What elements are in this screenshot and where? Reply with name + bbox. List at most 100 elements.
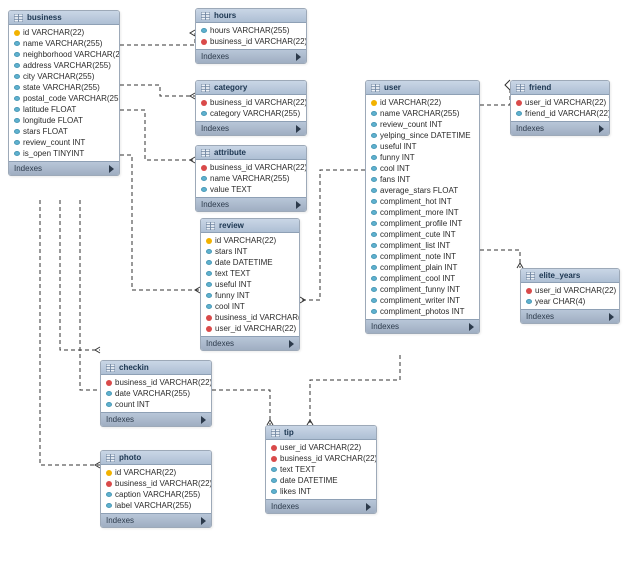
entity-footer[interactable]: Indexes [201, 336, 299, 350]
entity-header[interactable]: photo [101, 451, 211, 465]
column-row[interactable]: is_open TINYINT [9, 148, 119, 159]
entity-footer[interactable]: Indexes [511, 121, 609, 135]
entity-header[interactable]: elite_years [521, 269, 619, 283]
column-row[interactable]: average_stars FLOAT [366, 185, 479, 196]
column-row[interactable]: category VARCHAR(255) [196, 108, 306, 119]
column-row[interactable]: useful INT [366, 141, 479, 152]
entity-friend[interactable]: friend user_id VARCHAR(22)friend_id VARCH… [510, 80, 610, 136]
entity-header[interactable]: hours [196, 9, 306, 23]
entity-header[interactable]: friend [511, 81, 609, 95]
column-row[interactable]: business_id VARCHAR(22) [101, 478, 211, 489]
entity-photo[interactable]: photo id VARCHAR(22)business_id VARCHAR(2… [100, 450, 212, 528]
column-row[interactable]: review_count INT [366, 119, 479, 130]
entity-header[interactable]: attribute [196, 146, 306, 160]
table-icon [516, 84, 525, 92]
entity-footer[interactable]: Indexes [521, 309, 619, 323]
column-row[interactable]: id VARCHAR(22) [366, 97, 479, 108]
column-row[interactable]: compliment_photos INT [366, 306, 479, 317]
column-row[interactable]: id VARCHAR(22) [201, 235, 299, 246]
entity-user[interactable]: user id VARCHAR(22)name VARCHAR(255)revie… [365, 80, 480, 334]
column-row[interactable]: review_count INT [9, 137, 119, 148]
entity-header[interactable]: user [366, 81, 479, 95]
entity-category[interactable]: category business_id VARCHAR(22)category … [195, 80, 307, 136]
column-row[interactable]: stars FLOAT [9, 126, 119, 137]
column-row[interactable]: funny INT [201, 290, 299, 301]
entity-attribute[interactable]: attribute business_id VARCHAR(22)name VAR… [195, 145, 307, 212]
column-row[interactable]: compliment_more INT [366, 207, 479, 218]
column-row[interactable]: business_id VARCHAR(22) [196, 97, 306, 108]
entity-elite_years[interactable]: elite_years user_id VARCHAR(22)year CHAR(… [520, 268, 620, 324]
column-row[interactable]: latitude FLOAT [9, 104, 119, 115]
column-row[interactable]: address VARCHAR(255) [9, 60, 119, 71]
entity-header[interactable]: business [9, 11, 119, 25]
column-row[interactable]: id VARCHAR(22) [9, 27, 119, 38]
column-row[interactable]: year CHAR(4) [521, 296, 619, 307]
column-row[interactable]: yelping_since DATETIME [366, 130, 479, 141]
column-row[interactable]: business_id VARCHAR(22) [201, 312, 299, 323]
entity-review[interactable]: review id VARCHAR(22)stars INTdate DATETI… [200, 218, 300, 351]
entity-header[interactable]: review [201, 219, 299, 233]
entity-header[interactable]: tip [266, 426, 376, 440]
column-row[interactable]: name VARCHAR(255) [366, 108, 479, 119]
column-row[interactable]: likes INT [266, 486, 376, 497]
column-row[interactable]: compliment_hot INT [366, 196, 479, 207]
column-row[interactable]: compliment_funny INT [366, 284, 479, 295]
column-row[interactable]: business_id VARCHAR(22) [266, 453, 376, 464]
column-row[interactable]: label VARCHAR(255) [101, 500, 211, 511]
entity-checkin[interactable]: checkin business_id VARCHAR(22)date VARCH… [100, 360, 212, 427]
column-row[interactable]: business_id VARCHAR(22) [196, 36, 306, 47]
column-row[interactable]: useful INT [201, 279, 299, 290]
column-row[interactable]: business_id VARCHAR(22) [196, 162, 306, 173]
column-row[interactable]: compliment_note INT [366, 251, 479, 262]
column-row[interactable]: text TEXT [266, 464, 376, 475]
entity-footer[interactable]: Indexes [366, 319, 479, 333]
entity-footer[interactable]: Indexes [9, 161, 119, 175]
column-row[interactable]: longitude FLOAT [9, 115, 119, 126]
column-row[interactable]: user_id VARCHAR(22) [201, 323, 299, 334]
entity-footer[interactable]: Indexes [196, 49, 306, 63]
column-row[interactable]: compliment_cute INT [366, 229, 479, 240]
column-row[interactable]: postal_code VARCHAR(255) [9, 93, 119, 104]
column-row[interactable]: business_id VARCHAR(22) [101, 377, 211, 388]
entity-hours[interactable]: hours hours VARCHAR(255)business_id VARCH… [195, 8, 307, 64]
column-row[interactable]: neighborhood VARCHAR(255) [9, 49, 119, 60]
column-row[interactable]: count INT [101, 399, 211, 410]
column-row[interactable]: value TEXT [196, 184, 306, 195]
column-row[interactable]: compliment_profile INT [366, 218, 479, 229]
column-row[interactable]: compliment_plain INT [366, 262, 479, 273]
column-row[interactable]: name VARCHAR(255) [196, 173, 306, 184]
entity-footer[interactable]: Indexes [101, 412, 211, 426]
expand-icon [609, 313, 614, 321]
entity-business[interactable]: business id VARCHAR(22)name VARCHAR(255)n… [8, 10, 120, 176]
column-row[interactable]: user_id VARCHAR(22) [521, 285, 619, 296]
entity-footer[interactable]: Indexes [101, 513, 211, 527]
column-row[interactable]: text TEXT [201, 268, 299, 279]
entity-footer[interactable]: Indexes [196, 197, 306, 211]
entity-header[interactable]: checkin [101, 361, 211, 375]
column-row[interactable]: user_id VARCHAR(22) [511, 97, 609, 108]
column-row[interactable]: compliment_list INT [366, 240, 479, 251]
column-row[interactable]: stars INT [201, 246, 299, 257]
entity-footer[interactable]: Indexes [266, 499, 376, 513]
column-row[interactable]: state VARCHAR(255) [9, 82, 119, 93]
column-row[interactable]: date DATETIME [266, 475, 376, 486]
column-row[interactable]: funny INT [366, 152, 479, 163]
entity-tip[interactable]: tip user_id VARCHAR(22)business_id VARCHA… [265, 425, 377, 514]
column-label: date VARCHAR(255) [115, 389, 190, 398]
column-row[interactable]: compliment_writer INT [366, 295, 479, 306]
column-row[interactable]: compliment_cool INT [366, 273, 479, 284]
column-row[interactable]: date VARCHAR(255) [101, 388, 211, 399]
column-row[interactable]: fans INT [366, 174, 479, 185]
column-row[interactable]: cool INT [201, 301, 299, 312]
column-row[interactable]: name VARCHAR(255) [9, 38, 119, 49]
column-row[interactable]: city VARCHAR(255) [9, 71, 119, 82]
column-row[interactable]: hours VARCHAR(255) [196, 25, 306, 36]
column-row[interactable]: date DATETIME [201, 257, 299, 268]
column-row[interactable]: caption VARCHAR(255) [101, 489, 211, 500]
entity-footer[interactable]: Indexes [196, 121, 306, 135]
column-row[interactable]: user_id VARCHAR(22) [266, 442, 376, 453]
column-row[interactable]: cool INT [366, 163, 479, 174]
column-row[interactable]: friend_id VARCHAR(22) [511, 108, 609, 119]
entity-header[interactable]: category [196, 81, 306, 95]
column-row[interactable]: id VARCHAR(22) [101, 467, 211, 478]
